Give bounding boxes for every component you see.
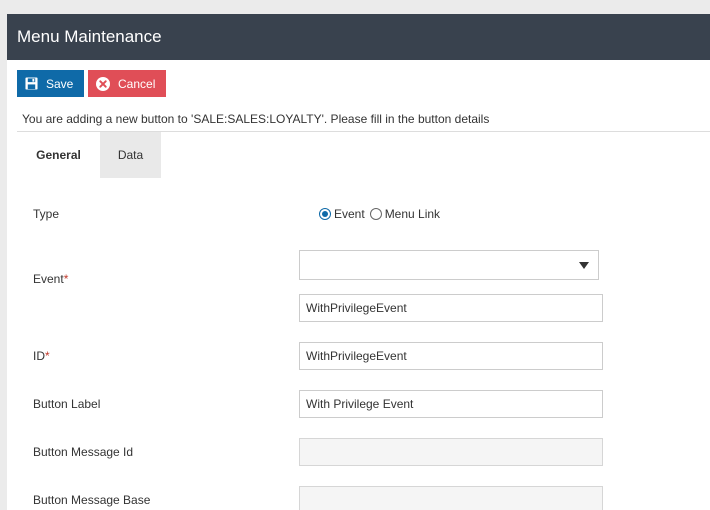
cancel-button-label: Cancel (118, 76, 156, 91)
menu-link-radio-label[interactable]: Menu Link (385, 207, 440, 221)
event-label: Event* (33, 272, 68, 286)
close-circle-icon (96, 76, 110, 91)
button-message-base-input[interactable] (299, 486, 603, 510)
save-button-label: Save (46, 76, 74, 91)
event-input[interactable] (299, 294, 603, 322)
save-button[interactable]: Save (17, 70, 84, 97)
tab-general[interactable]: General (17, 132, 100, 178)
general-form: Type Event Menu Link Event* ID* Button L… (17, 178, 710, 510)
button-message-id-input[interactable] (299, 438, 603, 466)
button-message-base-label: Button Message Base (33, 493, 151, 507)
info-message: You are adding a new button to 'SALE:SAL… (22, 112, 490, 126)
type-radio-group: Event Menu Link (319, 207, 445, 221)
page-title: Menu Maintenance (7, 14, 710, 60)
tab-data[interactable]: Data (100, 132, 161, 178)
event-select[interactable] (299, 250, 599, 280)
id-label-text: ID (33, 349, 45, 363)
required-marker: * (45, 349, 50, 363)
id-input[interactable] (299, 342, 603, 370)
button-label-label: Button Label (33, 397, 101, 411)
event-label-text: Event (33, 272, 64, 286)
save-icon (25, 77, 38, 90)
cancel-button[interactable]: Cancel (88, 70, 166, 97)
button-label-input[interactable] (299, 390, 603, 418)
event-radio-label[interactable]: Event (334, 207, 365, 221)
tab-bar: General Data (17, 131, 710, 178)
menu-link-radio[interactable] (369, 208, 382, 220)
menu-maintenance-panel: Menu Maintenance Save Cancel You are add… (7, 14, 710, 510)
caret-down-icon[interactable] (579, 262, 589, 269)
required-marker: * (63, 272, 69, 286)
type-label: Type (33, 207, 60, 221)
button-message-id-label: Button Message Id (33, 445, 134, 459)
id-label: ID* (33, 349, 50, 363)
event-radio[interactable] (319, 208, 331, 220)
